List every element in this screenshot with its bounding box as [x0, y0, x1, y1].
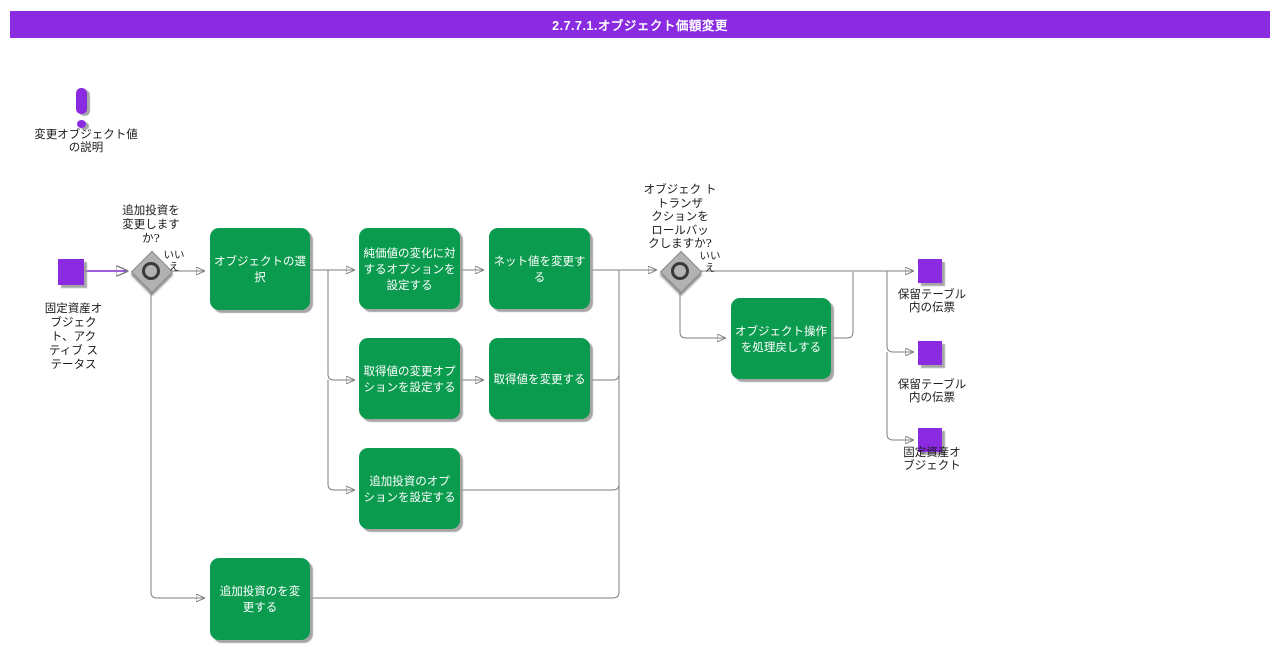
task-set-net-value-options: 純価値の変化に対 するオプションを 設定する — [359, 228, 460, 309]
connector-select-to-acquisition-options — [328, 270, 354, 380]
connector-gateway1-yes-to-change-additional — [151, 291, 204, 598]
gateway-1-question: 追加投資を 変更します か? — [101, 203, 201, 245]
connector-rollback-join — [832, 272, 853, 338]
connector-change-additional-join — [310, 592, 619, 598]
gateway-2-question: オブジェク ト トランザ クションを ロールバッ クしますか? — [630, 183, 730, 251]
gateway-2-circle-icon — [671, 262, 689, 280]
annotation-label: 変更オブジェクト値 の説明 — [30, 128, 142, 154]
task-change-additional-investment: 追加投資のを変 更する — [210, 558, 310, 640]
exclamation-icon — [76, 88, 87, 114]
connector-additional-options-join — [460, 484, 619, 490]
output-pending-doc-1-label: 保留テーブル 内の伝票 — [882, 288, 982, 314]
task-set-additional-investment-options: 追加投資のオプ ションを設定する — [359, 448, 460, 529]
output-fixed-asset-object-label: 固定資産オ ブジェクト — [882, 446, 982, 472]
output-pending-doc-2-node — [918, 341, 942, 365]
gateway-1-circle-icon — [142, 262, 160, 280]
connectors-layer — [0, 0, 1280, 650]
start-event-node — [58, 259, 84, 285]
gateway-2-no-label: いい え — [695, 250, 725, 274]
task-set-acquisition-options: 取得値の変更オプ ションを設定する — [359, 338, 460, 419]
start-event-label: 固定資産オ ブジェク ト、アク ティブ ス テータス — [26, 301, 121, 371]
task-change-net-value: ネット値を変更す る — [489, 228, 590, 309]
output-pending-doc-1-node — [918, 259, 942, 283]
process-diagram: 2.7.7.1.オブジェクト価額変更 変更オブジェクト値 — [0, 0, 1280, 650]
task-select-object: オブジェクトの選 択 — [210, 228, 310, 310]
task-rollback-object-operation: オブジェクト操作 を処理戻しする — [731, 298, 831, 379]
task-change-acquisition-value: 取得値を変更する — [489, 338, 590, 419]
connector-select-to-additional-options — [328, 380, 354, 490]
gateway-1-no-label: いい え — [159, 249, 189, 273]
connector-gateway2-yes-to-rollback — [680, 291, 725, 338]
connector-change-acq-join — [592, 374, 619, 380]
output-pending-doc-2-label: 保留テーブル 内の伝票 — [882, 378, 982, 404]
